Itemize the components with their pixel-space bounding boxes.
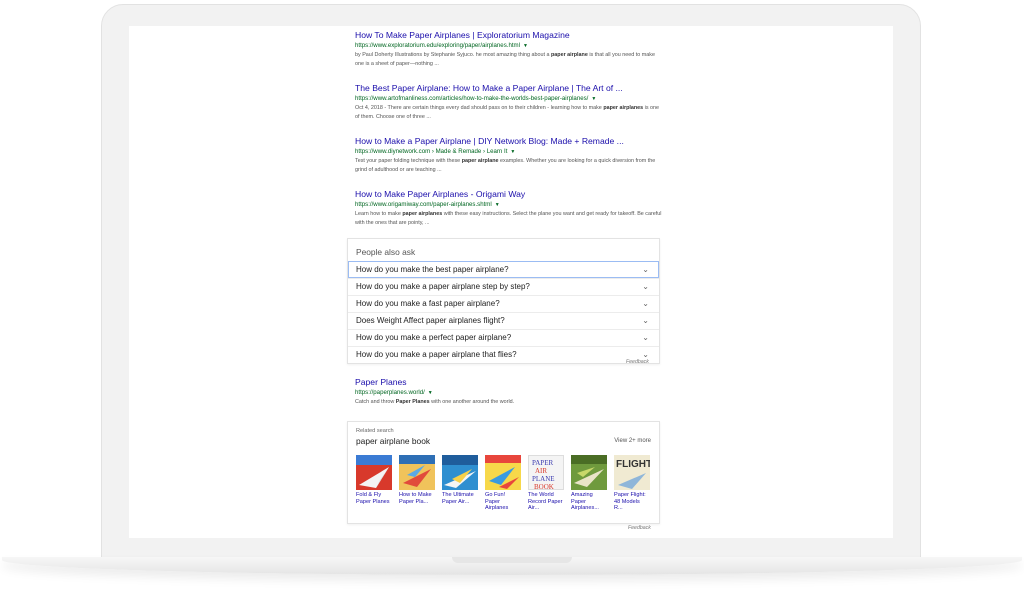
result-url-text: https://www.diynetwork.com › Made & Rema… bbox=[355, 148, 508, 155]
snippet-text: Catch and throw bbox=[355, 399, 396, 405]
laptop-screen: How To Make Paper Airplanes | Explorator… bbox=[129, 26, 893, 538]
snippet-bold: paper airplane bbox=[461, 158, 499, 164]
result-url: https://paperplanes.world/▼ bbox=[355, 388, 665, 398]
chevron-down-icon: ⌄ bbox=[642, 316, 649, 325]
snippet-bold: paper airplanes bbox=[402, 211, 443, 217]
book-title: The World Record Paper Air... bbox=[528, 492, 563, 512]
search-result: How to Make a Paper Airplane | DIY Netwo… bbox=[355, 136, 665, 175]
book-card[interactable]: How to Make Paper Pla... bbox=[399, 455, 435, 512]
paa-question-text: How do you make the best paper airplane? bbox=[356, 265, 509, 274]
book-title: The Ultimate Paper Air... bbox=[442, 492, 474, 505]
result-url-text: https://www.artofmanliness.com/articles/… bbox=[355, 95, 589, 102]
snippet-text: with one another around the world. bbox=[429, 399, 515, 405]
result-snippet: by Paul Doherty Illustrations by Stephan… bbox=[355, 51, 665, 69]
caret-down-icon[interactable]: ▼ bbox=[495, 202, 500, 208]
result-title-link[interactable]: How to Make a Paper Airplane | DIY Netwo… bbox=[355, 136, 665, 147]
snippet-text: Learn how to make bbox=[355, 211, 403, 217]
paa-question-text: How do you make a paper airplane step by… bbox=[356, 282, 530, 291]
search-result: How To Make Paper Airplanes | Explorator… bbox=[355, 30, 665, 69]
paa-question-text: How do you make a fast paper airplane? bbox=[356, 299, 500, 308]
book-title: Fold & Fly Paper Planes bbox=[356, 492, 390, 505]
book-card[interactable]: Amazing Paper Airplanes... bbox=[571, 455, 607, 512]
result-title-link[interactable]: How to Make Paper Airplanes - Origami Wa… bbox=[355, 189, 665, 200]
book-title: Paper Flight: 48 Models R... bbox=[614, 492, 646, 512]
chevron-down-icon: ⌄ bbox=[642, 265, 649, 274]
book-cover-image bbox=[399, 455, 435, 490]
chevron-down-icon: ⌄ bbox=[642, 333, 649, 342]
result-url: https://www.exploratorium.edu/exploring/… bbox=[355, 41, 665, 51]
result-url-text: https://www.origamiway.com/paper-airplan… bbox=[355, 201, 492, 208]
caret-down-icon[interactable]: ▼ bbox=[523, 43, 528, 49]
book-title: Go Fun! Paper Airplanes bbox=[485, 492, 509, 512]
related-search-panel: Related search paper airplane book View … bbox=[347, 421, 660, 524]
book-cover-image bbox=[356, 455, 392, 490]
chevron-down-icon: ⌄ bbox=[642, 299, 649, 308]
paa-question-text: Does Weight Affect paper airplanes fligh… bbox=[356, 316, 505, 325]
book-title: Amazing Paper Airplanes... bbox=[571, 492, 599, 512]
snippet-bold: paper airplane bbox=[550, 52, 588, 58]
paa-question[interactable]: How do you make a paper airplane that fl… bbox=[348, 346, 659, 363]
snippet-text: by Paul Doherty Illustrations by Stephan… bbox=[355, 52, 551, 58]
paa-question[interactable]: How do you make a fast paper airplane? ⌄ bbox=[348, 295, 659, 312]
book-card[interactable]: The Ultimate Paper Air... bbox=[442, 455, 478, 512]
result-title-link[interactable]: The Best Paper Airplane: How to Make a P… bbox=[355, 83, 665, 94]
paa-question[interactable]: How do you make the best paper airplane?… bbox=[348, 261, 659, 278]
snippet-bold: Paper Planes bbox=[395, 399, 430, 405]
book-card[interactable]: Fold & Fly Paper Planes bbox=[356, 455, 392, 512]
paa-heading: People also ask bbox=[356, 247, 416, 257]
related-feedback-link[interactable]: Feedback bbox=[628, 525, 651, 531]
book-title: How to Make Paper Pla... bbox=[399, 492, 432, 505]
search-result: Paper Planes https://paperplanes.world/▼… bbox=[355, 377, 665, 407]
paa-question[interactable]: Does Weight Affect paper airplanes fligh… bbox=[348, 312, 659, 329]
book-card[interactable]: FLIGHT Paper Flight: 48 Models R... bbox=[614, 455, 650, 512]
laptop-notch bbox=[452, 557, 572, 563]
result-url: https://www.artofmanliness.com/articles/… bbox=[355, 94, 665, 104]
result-snippet: Oct 4, 2018 - There are certain things e… bbox=[355, 104, 665, 122]
search-results: How To Make Paper Airplanes | Explorator… bbox=[355, 30, 665, 242]
svg-text:PLANE: PLANE bbox=[532, 475, 555, 483]
svg-text:FLIGHT: FLIGHT bbox=[616, 459, 650, 470]
book-card[interactable]: Go Fun! Paper Airplanes bbox=[485, 455, 521, 512]
result-url: https://www.origamiway.com/paper-airplan… bbox=[355, 200, 665, 210]
book-cover-image bbox=[485, 455, 521, 490]
book-cover-image: PAPER AIR PLANE BOOK bbox=[528, 455, 564, 490]
related-label: Related search bbox=[356, 428, 394, 434]
paa-question[interactable]: How do you make a paper airplane step by… bbox=[348, 278, 659, 295]
book-cover-image bbox=[442, 455, 478, 490]
book-card[interactable]: PAPER AIR PLANE BOOK The World Record Paper… bbox=[528, 455, 564, 512]
paa-feedback-link[interactable]: Feedback bbox=[626, 359, 649, 365]
snippet-bold: paper airplanes bbox=[603, 105, 644, 111]
related-query[interactable]: paper airplane book bbox=[356, 436, 430, 446]
paa-question-text: How do you make a paper airplane that fl… bbox=[356, 350, 517, 359]
paa-question-text: How do you make a perfect paper airplane… bbox=[356, 333, 512, 342]
book-carousel: Fold & Fly Paper Planes How to Make Pape… bbox=[356, 455, 650, 512]
result-url: https://www.diynetwork.com › Made & Rema… bbox=[355, 147, 665, 157]
view-more-link[interactable]: View 2+ more bbox=[614, 438, 651, 444]
caret-down-icon[interactable]: ▼ bbox=[591, 96, 596, 102]
svg-text:PAPER: PAPER bbox=[532, 459, 553, 467]
result-snippet: Test your paper folding technique with t… bbox=[355, 157, 665, 175]
chevron-down-icon: ⌄ bbox=[642, 282, 649, 291]
svg-text:BOOK: BOOK bbox=[534, 483, 554, 490]
search-result: How to Make Paper Airplanes - Origami Wa… bbox=[355, 189, 665, 228]
paa-question[interactable]: How do you make a perfect paper airplane… bbox=[348, 329, 659, 346]
svg-text:AIR: AIR bbox=[535, 467, 547, 475]
book-cover-image: FLIGHT bbox=[614, 455, 650, 490]
result-title-link[interactable]: How To Make Paper Airplanes | Explorator… bbox=[355, 30, 665, 41]
snippet-text: Test your paper folding technique with t… bbox=[355, 158, 462, 164]
book-cover-image bbox=[571, 455, 607, 490]
caret-down-icon[interactable]: ▼ bbox=[428, 390, 433, 396]
result-snippet: Catch and throw Paper Planes with one an… bbox=[355, 398, 665, 407]
people-also-ask-panel: People also ask How do you make the best… bbox=[347, 238, 660, 364]
search-result: The Best Paper Airplane: How to Make a P… bbox=[355, 83, 665, 122]
snippet-text: Oct 4, 2018 - There are certain things e… bbox=[355, 105, 604, 111]
result-title-link[interactable]: Paper Planes bbox=[355, 377, 665, 388]
caret-down-icon[interactable]: ▼ bbox=[510, 149, 515, 155]
result-url-text: https://www.exploratorium.edu/exploring/… bbox=[355, 42, 520, 49]
result-url-text: https://paperplanes.world/ bbox=[355, 389, 425, 396]
result-snippet: Learn how to make paper airplanes with t… bbox=[355, 210, 665, 228]
